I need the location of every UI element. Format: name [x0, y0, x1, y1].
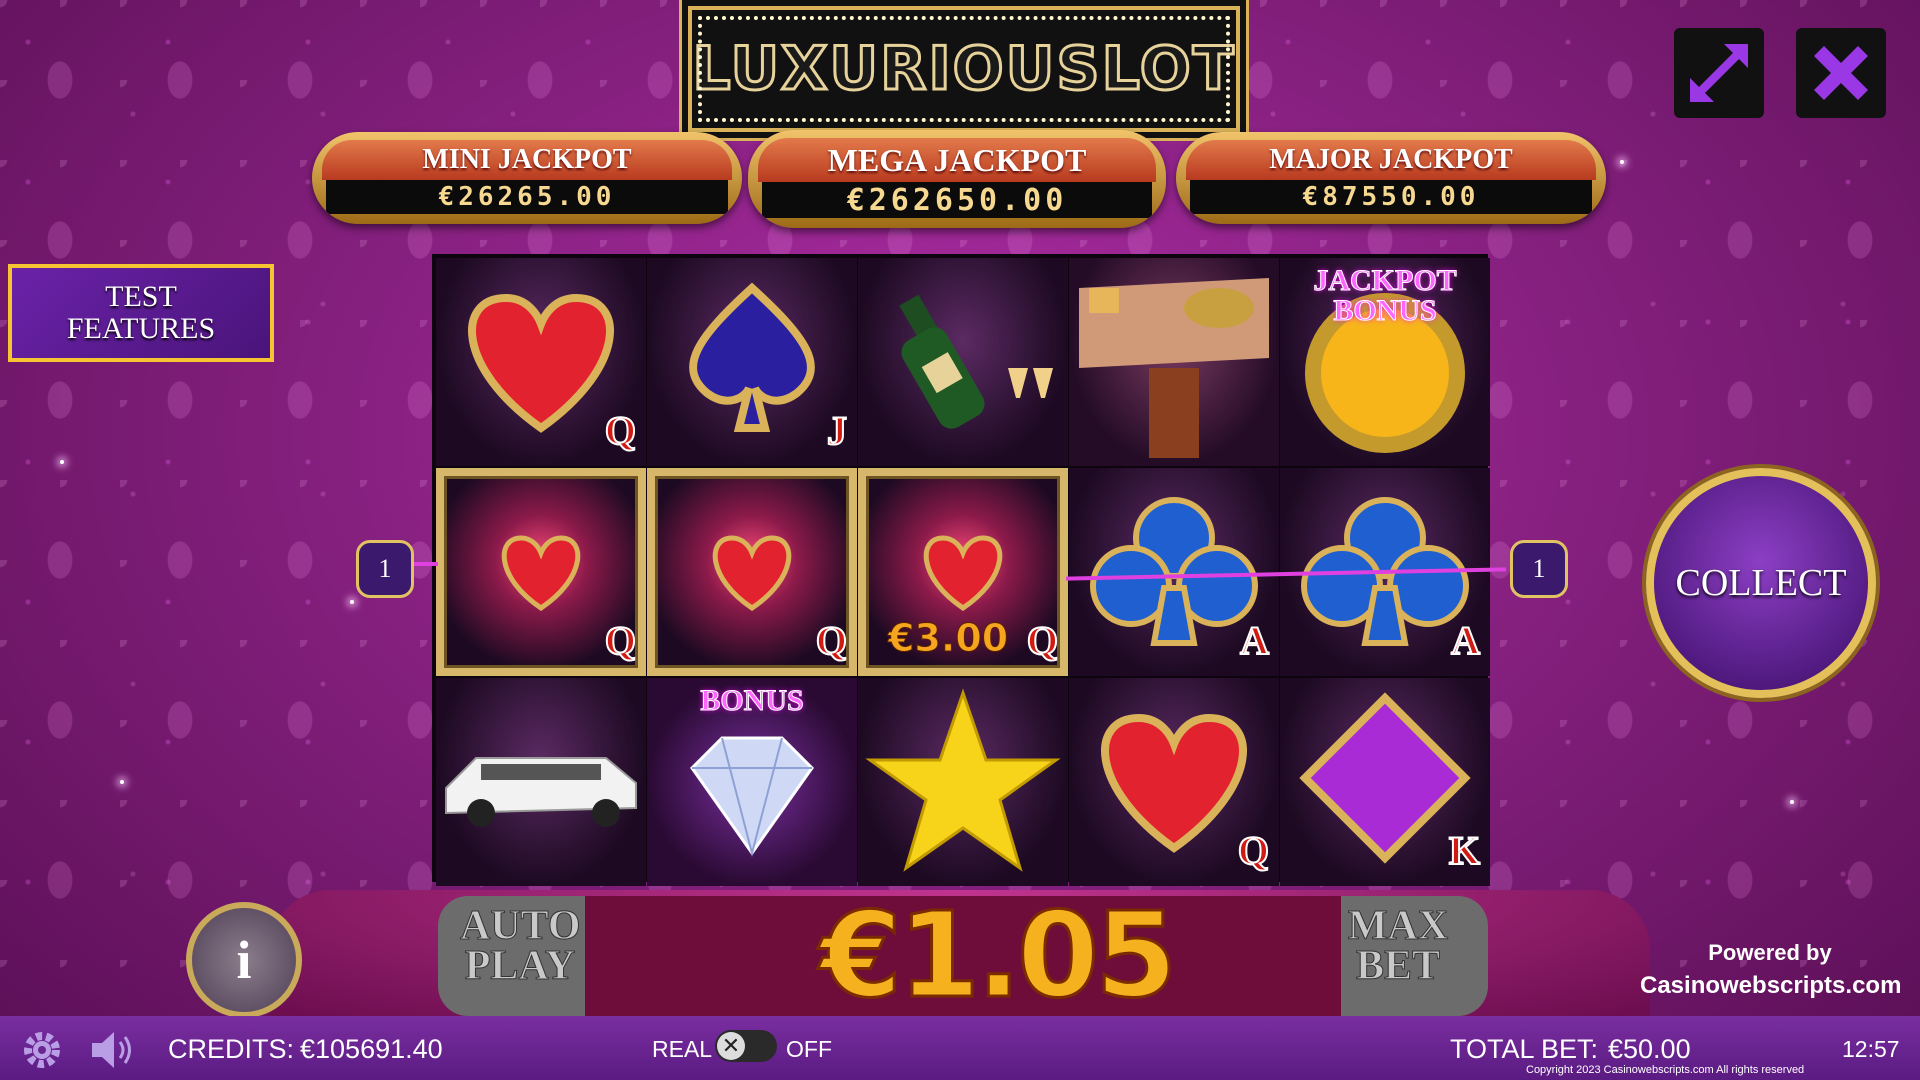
card-letter: A	[1450, 617, 1481, 664]
collect-button[interactable]: COLLECT	[1646, 468, 1876, 698]
jackpot-bonus-label: JACKPOT BONUS	[1280, 264, 1490, 327]
card-letter: Q	[1026, 617, 1059, 664]
reel-cell-telephone	[1069, 258, 1279, 466]
payline	[414, 562, 438, 566]
real-money-toggle[interactable]: ✕	[715, 1030, 777, 1062]
reel-cell-heart: Q	[436, 258, 646, 466]
limousine-icon	[445, 757, 637, 827]
sparkle	[60, 460, 64, 464]
credits-value: €105691.40	[300, 1034, 443, 1064]
card-letter: K	[1448, 827, 1481, 874]
close-icon	[1814, 46, 1868, 100]
autoplay-line2: PLAY	[464, 943, 576, 989]
reel-cell-heart-win: Q	[647, 468, 857, 676]
reel-cell-spade: J	[647, 258, 857, 466]
max-bet-line2: BET	[1355, 943, 1441, 989]
info-icon: i	[236, 930, 252, 990]
champagne-icon	[899, 294, 1053, 429]
info-button[interactable]: i	[186, 902, 302, 1018]
jackpot-bonus-line2: BONUS	[1333, 294, 1437, 327]
autoplay-button[interactable]: AUTO PLAY	[460, 905, 582, 989]
jackpot-amount: €26265.00	[438, 182, 616, 212]
bonus-label: BONUS	[700, 684, 804, 718]
close-button[interactable]	[1796, 28, 1886, 118]
real-label: REAL	[652, 1036, 713, 1062]
clock: 12:57	[1842, 1036, 1900, 1062]
test-features-button[interactable]: TEST FEATURES	[8, 264, 274, 362]
win-amount: €3.00	[887, 616, 1009, 661]
sparkle	[350, 600, 354, 604]
bet-amount[interactable]: €1.05	[819, 885, 1179, 1026]
jackpot-label: MINI JACKPOT	[422, 144, 632, 175]
collect-label: COLLECT	[1675, 562, 1847, 604]
powered-line1: Powered by	[1708, 940, 1832, 965]
payline-number-left: 1	[356, 540, 414, 598]
reel-cell-diamond-suit: K	[1280, 678, 1490, 886]
sparkle	[1790, 800, 1794, 804]
card-letter: Q	[815, 617, 848, 664]
mega-jackpot: MEGA JACKPOT €262650.00	[748, 130, 1166, 228]
jackpot-bonus-line1: JACKPOT	[1313, 264, 1457, 297]
powered-line2: Casinowebscripts.com	[1640, 972, 1902, 999]
reel-cell-star	[858, 678, 1068, 886]
reel-cell-limousine	[436, 678, 646, 886]
mini-jackpot: MINI JACKPOT €26265.00	[312, 132, 742, 224]
spade-icon	[689, 282, 815, 432]
max-bet-button[interactable]: MAX BET	[1338, 905, 1458, 989]
card-letter: Q	[604, 407, 637, 454]
card-letter: Q	[604, 617, 637, 664]
total-bet-label: TOTAL BET:	[1450, 1034, 1599, 1064]
credits-label: CREDITS:	[168, 1034, 295, 1064]
game-stage: LUXURIOUSLOT MINI JACKPOT €26265.00 MEGA…	[0, 0, 1920, 1080]
logo-lights	[698, 16, 1230, 122]
gear-icon[interactable]	[20, 1028, 64, 1072]
major-jackpot: MAJOR JACKPOT €87550.00	[1176, 132, 1606, 224]
fullscreen-button[interactable]	[1674, 28, 1764, 118]
sparkle	[120, 780, 124, 784]
powered-by: Powered by Casinowebscripts.com	[1640, 940, 1902, 1000]
expand-icon	[1690, 44, 1748, 102]
card-letter: A	[1239, 617, 1270, 664]
card-letter: Q	[1237, 827, 1270, 874]
card-letter: J	[826, 407, 848, 454]
total-bet-value: €50.00	[1608, 1034, 1691, 1064]
reel-cell-champagne	[858, 258, 1068, 466]
reel-cell-heart-win: Q €3.00	[858, 468, 1068, 676]
reel-cell-heart: Q	[1069, 678, 1279, 886]
reel-cell-jackpot-bonus: JACKPOT BONUS	[1280, 258, 1490, 466]
jackpot-amount: €87550.00	[1302, 182, 1480, 212]
jackpot-label: MEGA JACKPOT	[827, 141, 1087, 178]
payline-number-right: 1	[1510, 540, 1568, 598]
reel-cell-heart-win: Q	[436, 468, 646, 676]
jackpot-label: MAJOR JACKPOT	[1269, 144, 1513, 175]
test-features-line2: FEATURES	[66, 312, 216, 345]
off-label: OFF	[786, 1036, 832, 1062]
reels-grid: Q J JACKPOT BONUS Q Q Q €3.00 A A BONUS …	[432, 254, 1490, 886]
test-features-line1: TEST	[105, 280, 177, 313]
toggle-knob: ✕	[717, 1032, 745, 1060]
sparkle	[1620, 160, 1624, 164]
telephone-icon	[1079, 278, 1269, 458]
speaker-icon[interactable]	[88, 1028, 138, 1072]
star-icon	[865, 688, 1061, 872]
reel-cell-diamond-bonus: BONUS	[647, 678, 857, 886]
test-features-label: TEST FEATURES	[67, 281, 215, 345]
jackpot-amount: €262650.00	[846, 182, 1068, 218]
copyright: Copyright 2023 Casinowebscripts.com All …	[1526, 1064, 1805, 1076]
game-logo: LUXURIOUSLOT	[688, 6, 1240, 132]
